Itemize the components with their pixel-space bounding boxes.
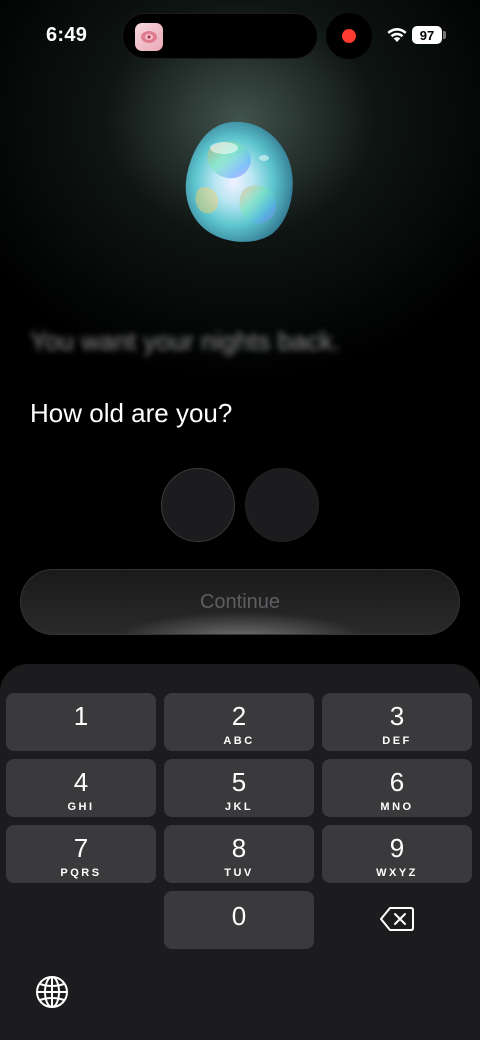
age-digit-field-2[interactable] bbox=[245, 468, 319, 542]
key-letters: GHI bbox=[67, 801, 95, 813]
key-letters: MNO bbox=[380, 801, 414, 813]
age-question: How old are you? bbox=[30, 398, 233, 428]
key-digit: 9 bbox=[389, 833, 405, 863]
wifi-icon bbox=[387, 28, 407, 42]
key-letters: TUV bbox=[224, 867, 254, 879]
continue-button[interactable]: Continue bbox=[20, 569, 460, 635]
key-2[interactable]: 2 ABC bbox=[164, 693, 314, 751]
key-letters: DEF bbox=[382, 735, 412, 747]
status-time: 6:49 bbox=[46, 24, 88, 46]
key-1[interactable]: 1 bbox=[6, 693, 156, 751]
key-digit: 2 bbox=[231, 701, 247, 731]
key-digit: 0 bbox=[231, 901, 247, 931]
globe-icon[interactable] bbox=[35, 975, 69, 1009]
key-digit: 4 bbox=[73, 767, 89, 797]
key-letters: PQRS bbox=[60, 867, 102, 879]
key-7[interactable]: 7 PQRS bbox=[6, 825, 156, 883]
opal-gem-image bbox=[185, 121, 293, 242]
key-digit: 1 bbox=[73, 701, 89, 731]
key-digit: 7 bbox=[73, 833, 89, 863]
key-5[interactable]: 5 JKL bbox=[164, 759, 314, 817]
screen-recording-indicator[interactable] bbox=[326, 13, 372, 59]
key-9[interactable]: 9 WXYZ bbox=[322, 825, 472, 883]
key-3[interactable]: 3 DEF bbox=[322, 693, 472, 751]
key-letters: JKL bbox=[224, 801, 254, 813]
dynamic-island[interactable] bbox=[122, 13, 318, 59]
key-6[interactable]: 6 MNO bbox=[322, 759, 472, 817]
app-icon[interactable] bbox=[135, 23, 163, 51]
key-8[interactable]: 8 TUV bbox=[164, 825, 314, 883]
key-4[interactable]: 4 GHI bbox=[6, 759, 156, 817]
backspace-icon[interactable] bbox=[380, 906, 414, 932]
battery-indicator: 97 bbox=[412, 26, 442, 44]
key-digit: 5 bbox=[231, 767, 247, 797]
record-dot bbox=[342, 29, 356, 43]
key-digit: 3 bbox=[389, 701, 405, 731]
key-digit: 8 bbox=[231, 833, 247, 863]
key-letters: WXYZ bbox=[376, 867, 418, 879]
onboarding-screen: 6:49 97 You want your nights back. How o… bbox=[0, 0, 480, 1040]
battery-cap bbox=[443, 31, 446, 39]
key-letters: ABC bbox=[223, 735, 255, 747]
key-0[interactable]: 0 bbox=[164, 891, 314, 949]
blurred-previous-message: You want your nights back. bbox=[30, 326, 340, 356]
key-digit: 6 bbox=[389, 767, 405, 797]
age-digit-field-1[interactable] bbox=[161, 468, 235, 542]
